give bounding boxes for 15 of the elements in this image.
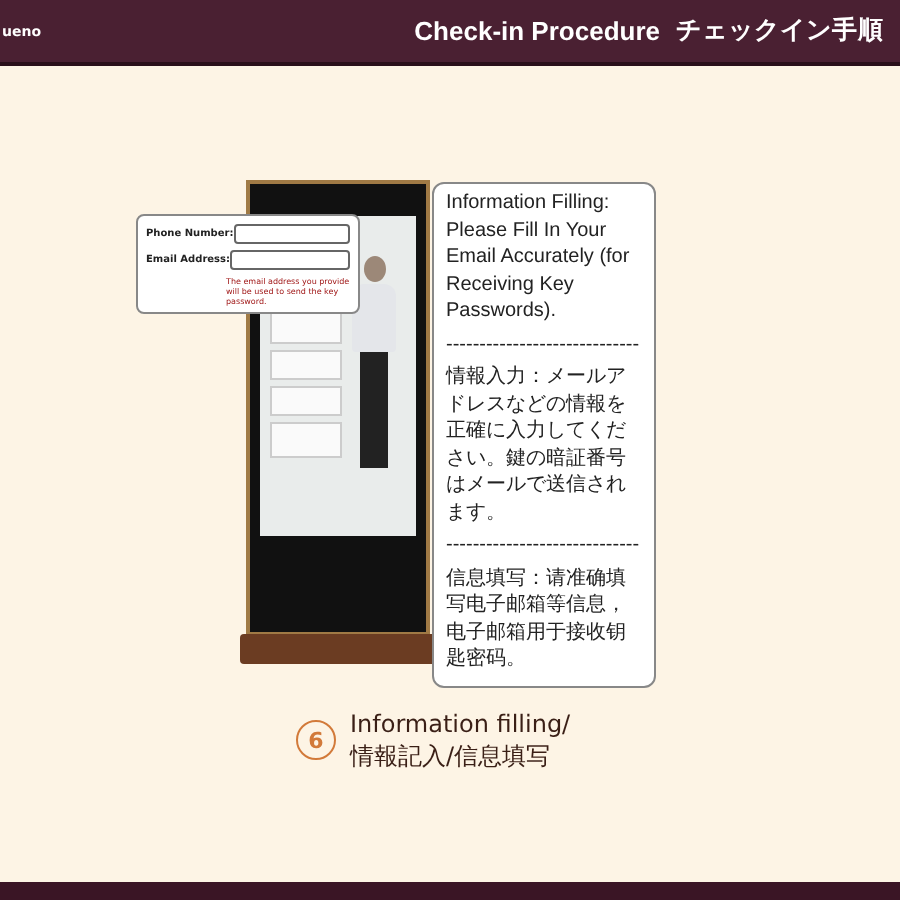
info-paragraph: 情報入力：メールアドレスなどの情報を正確に入力してください。鍵の暗証番号はメールで送信されます。 <box>446 364 628 526</box>
input-field[interactable] <box>233 224 350 244</box>
info-paragraph: Information Filling: Please Fill In Your Email Accurately (for Receiving Key Passwords). <box>446 190 632 325</box>
info-paragraph: ----------------------------- <box>446 532 642 559</box>
form-panel <box>270 350 342 380</box>
form-panel <box>270 386 342 416</box>
form-panel <box>270 422 342 458</box>
step-title: Information filling/ <box>350 708 571 740</box>
info-paragraph: ----------------------------- <box>446 331 642 358</box>
input-field[interactable] <box>230 250 350 270</box>
step-number: 6 <box>296 720 336 760</box>
page-title: Check-in Procedure <box>414 16 660 46</box>
step-title: 情報記入/信息填写 <box>350 740 553 772</box>
info-paragraph: 信息填写：请准确填写电子邮箱等信息，电子邮箱用于接收钥匙密码。 <box>446 565 628 673</box>
page-title-japanese: チェックイン手順 <box>676 14 884 48</box>
